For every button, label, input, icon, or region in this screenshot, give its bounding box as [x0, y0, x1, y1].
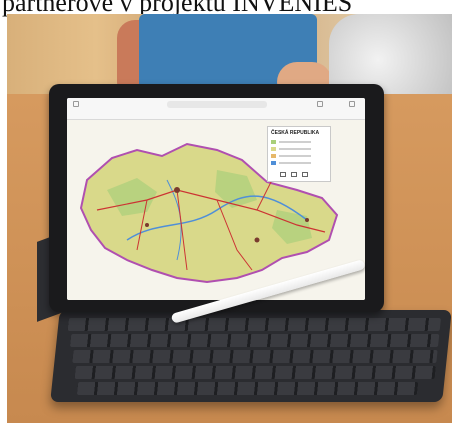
key-row — [72, 350, 438, 363]
tablet-screen: ČESKÁ REPUBLIKA — [67, 98, 365, 300]
legend-row — [271, 160, 327, 166]
photo: ČESKÁ REPUBLIKA — [7, 14, 452, 423]
city-marker — [145, 223, 149, 227]
legend-title: ČESKÁ REPUBLIKA — [271, 130, 320, 136]
key-row — [76, 382, 419, 395]
legend-row — [271, 139, 327, 145]
legend-row — [271, 146, 327, 152]
legend-row — [271, 153, 327, 159]
smart-keyboard — [50, 310, 452, 402]
city-marker — [305, 218, 309, 222]
share-icon — [317, 101, 323, 107]
legend-icons — [280, 172, 308, 177]
key-row — [67, 318, 441, 331]
city-marker — [254, 237, 260, 243]
map-legend: ČESKÁ REPUBLIKA — [267, 126, 331, 182]
browser-toolbar — [67, 98, 365, 120]
address-bar — [167, 101, 267, 108]
back-icon — [73, 101, 79, 107]
page: partnerové v projektu INVENIES ČESKÁ REP… — [0, 0, 459, 435]
key-row — [69, 334, 440, 347]
city-marker — [174, 187, 180, 193]
key-row — [74, 366, 436, 379]
tabs-icon — [349, 101, 355, 107]
